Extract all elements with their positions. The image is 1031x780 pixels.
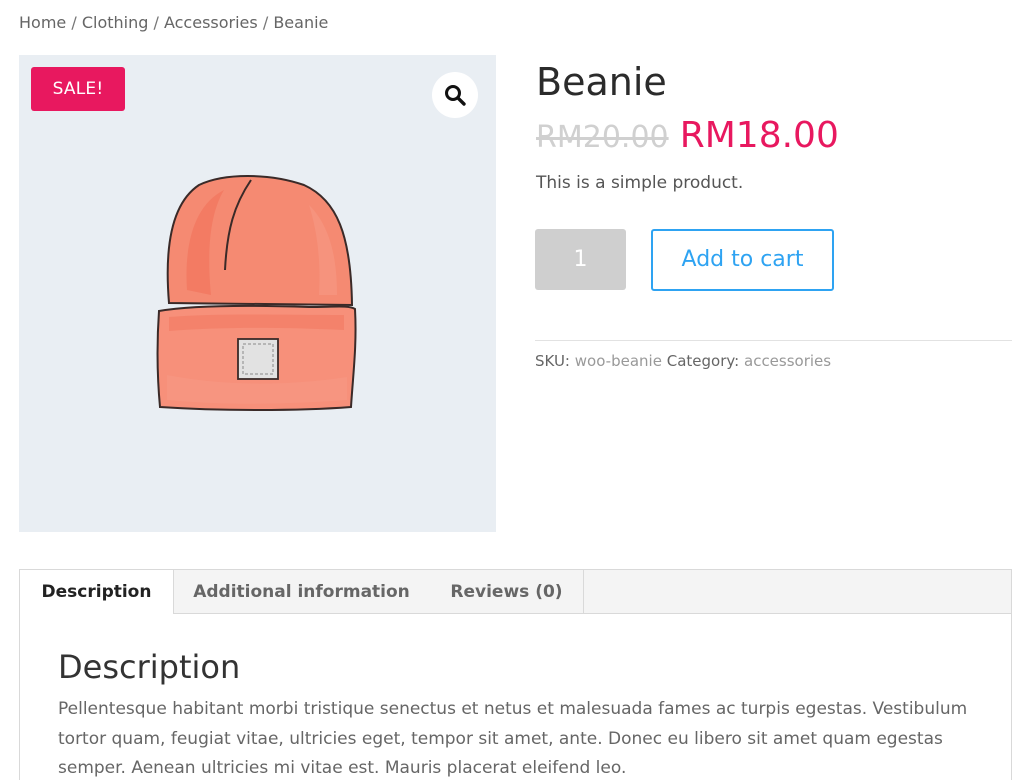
tab-divider	[583, 570, 584, 613]
breadcrumb-separator: /	[262, 13, 269, 32]
short-description: This is a simple product.	[536, 173, 744, 193]
regular-price: RM20.00	[536, 120, 669, 155]
tab-description[interactable]: Description	[20, 570, 174, 614]
breadcrumb-accessories-link[interactable]: Accessories	[164, 13, 258, 32]
zoom-button[interactable]	[432, 72, 478, 118]
sku-label: SKU:	[535, 352, 570, 370]
description-text: Pellentesque habitant morbi tristique se…	[58, 699, 968, 778]
product-meta: SKU: woo-beanie Category: accessories	[535, 352, 831, 370]
product-image[interactable]	[19, 55, 496, 532]
breadcrumb-separator: /	[153, 13, 159, 32]
breadcrumb-clothing-link[interactable]: Clothing	[82, 13, 149, 32]
product-tabs: Description Additional information Revie…	[19, 569, 1012, 780]
tab-reviews[interactable]: Reviews (0)	[429, 570, 584, 613]
category-label: Category:	[666, 352, 740, 370]
sku-value: woo-beanie	[574, 352, 662, 370]
product-page: Home / Clothing / Accessories / Beanie S…	[0, 0, 1031, 780]
product-gallery[interactable]: SALE!	[19, 55, 496, 532]
description-heading: Description	[58, 648, 241, 686]
magnifier-icon	[445, 85, 466, 106]
tab-additional-information[interactable]: Additional information	[174, 570, 429, 613]
sale-badge: SALE!	[31, 67, 125, 111]
quantity-input[interactable]: 1	[535, 229, 626, 290]
breadcrumb-home-link[interactable]: Home	[19, 13, 66, 32]
sale-price: RM18.00	[679, 115, 839, 156]
category-link[interactable]: accessories	[744, 352, 831, 370]
add-to-cart-button[interactable]: Add to cart	[651, 229, 834, 291]
tabs-bar: Description Additional information Revie…	[20, 570, 1011, 614]
divider	[535, 340, 1012, 341]
product-title: Beanie	[536, 60, 667, 104]
breadcrumb: Home / Clothing / Accessories / Beanie	[19, 13, 328, 32]
breadcrumb-current: Beanie	[273, 13, 329, 32]
product-price: RM20.00 RM18.00	[536, 115, 839, 156]
breadcrumb-separator: /	[71, 13, 77, 32]
